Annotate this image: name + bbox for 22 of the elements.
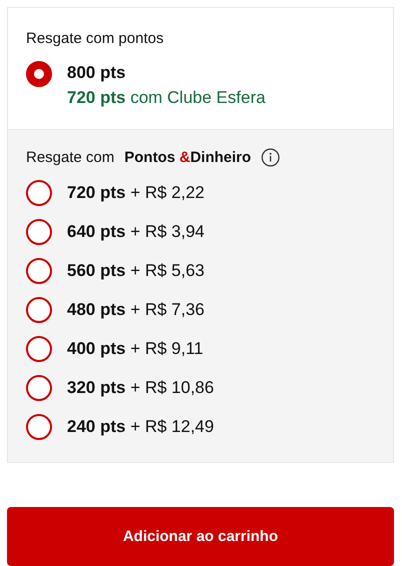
radio-button[interactable]	[26, 258, 52, 284]
option-label: 320 pts + R$ 10,86	[67, 376, 214, 398]
option-label: 560 pts + R$ 5,63	[67, 260, 205, 282]
info-icon[interactable]	[261, 148, 280, 167]
radio-button[interactable]	[26, 414, 52, 440]
radio-button[interactable]	[26, 218, 52, 244]
option-label: 480 pts + R$ 7,36	[67, 298, 205, 320]
radio-button[interactable]	[26, 374, 52, 400]
club-price-text: 720 pts com Clube Esfera	[67, 87, 266, 109]
option-label: 400 pts + R$ 9,11	[67, 338, 204, 360]
option-label: 720 pts + R$ 2,22	[67, 182, 205, 204]
section-heading: Resgate com pontos	[26, 30, 165, 47]
option-label: 640 pts + R$ 3,94	[67, 220, 205, 242]
radio-button[interactable]	[26, 61, 52, 87]
option-label: 240 pts + R$ 12,49	[67, 416, 214, 438]
brand-label: Pontos &Dinheiro	[124, 149, 252, 166]
radio-button[interactable]	[26, 180, 52, 206]
radio-button[interactable]	[26, 336, 52, 362]
radio-button[interactable]	[26, 296, 52, 322]
section-heading: Resgate com	[26, 149, 114, 166]
add-to-cart-button[interactable]: Adicionar ao carrinho	[7, 507, 394, 566]
option-label: 800 pts	[67, 62, 127, 84]
